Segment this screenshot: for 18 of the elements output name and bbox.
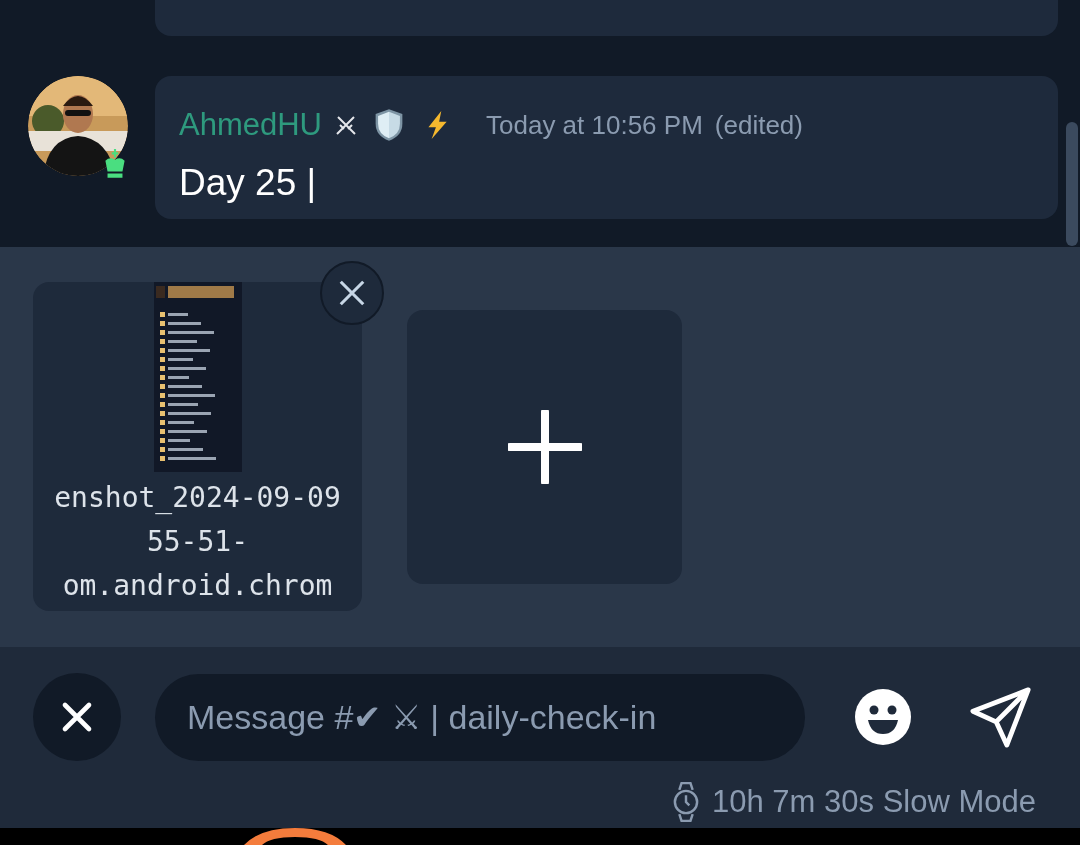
file-name: om.android.chrom (62, 568, 333, 604)
slow-mode-label: 10h 7m 30s Slow Mode (712, 783, 1036, 821)
message-text: Day 25 | (179, 160, 317, 205)
scrollbar[interactable] (1066, 122, 1078, 246)
file-name: 55-51- (146, 524, 249, 560)
send-icon[interactable] (970, 686, 1032, 748)
username[interactable]: AhmedHU (179, 102, 322, 149)
timestamp: Today at 10:56 PM (486, 108, 703, 142)
attachment-card[interactable]: enshot_2024-09-09 55-51- om.android.chrom (33, 282, 362, 611)
close-icon (61, 701, 93, 733)
shield-icon (374, 108, 404, 143)
close-icon (337, 278, 367, 308)
file-name: enshot_2024-09-09 (54, 480, 341, 516)
watch-icon (672, 782, 701, 823)
message-input[interactable]: Message #✔ ⚔ | daily-check-in (155, 673, 805, 761)
edited-label: (edited) (714, 108, 803, 142)
emoji-icon[interactable] (855, 689, 911, 745)
plus-icon (507, 410, 582, 484)
